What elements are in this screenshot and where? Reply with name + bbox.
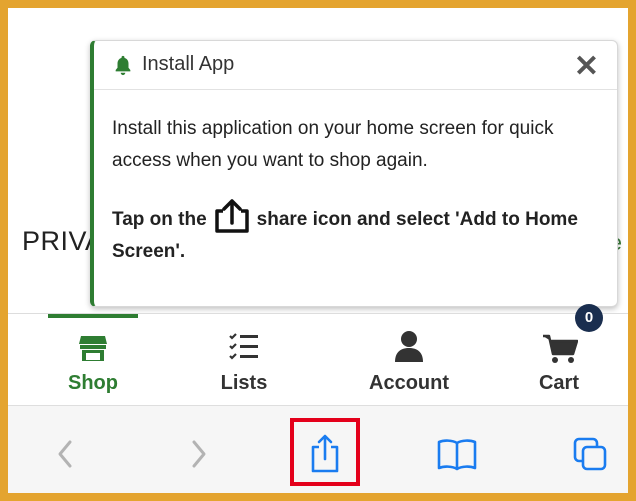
tab-cart[interactable]: 0 Cart xyxy=(524,304,603,406)
tabs-icon[interactable] xyxy=(566,426,616,482)
tab-account[interactable]: Account xyxy=(354,314,464,406)
active-tab-indicator xyxy=(48,314,138,318)
cart-count-badge: 0 xyxy=(575,304,603,332)
tab-label: Shop xyxy=(68,372,118,394)
tab-label: Account xyxy=(369,372,449,394)
forward-icon[interactable] xyxy=(174,426,224,482)
back-icon[interactable] xyxy=(40,426,90,482)
dialog-title: Install App xyxy=(142,53,235,75)
safari-toolbar xyxy=(8,405,628,493)
install-app-dialog: Install App ✕ Install this application o… xyxy=(90,40,618,307)
screenshot-frame: PRIVA re Install App ✕ Install this appl… xyxy=(0,0,636,501)
tab-shop[interactable]: Shop xyxy=(48,314,138,406)
instruction-prefix: Tap on the xyxy=(112,209,207,230)
dialog-header: Install App ✕ xyxy=(94,41,617,90)
dialog-instruction: Tap on the share icon and select 'Add to… xyxy=(112,199,604,268)
bottom-tab-bar: Shop Lists Account 0 Cart xyxy=(8,304,628,406)
store-icon xyxy=(79,336,107,361)
bookmarks-icon[interactable] xyxy=(432,426,482,482)
cart-icon xyxy=(543,334,578,363)
person-icon xyxy=(395,331,423,362)
share-icon[interactable] xyxy=(300,426,350,482)
tab-lists[interactable]: Lists xyxy=(204,314,284,406)
page: PRIVA re Install App ✕ Install this appl… xyxy=(8,8,628,493)
tab-label: Lists xyxy=(220,372,268,394)
dialog-body-text: Install this application on your home sc… xyxy=(112,118,554,171)
close-button[interactable]: ✕ xyxy=(574,49,599,84)
share-icon xyxy=(214,199,249,233)
list-icon xyxy=(229,333,258,360)
tab-label: Cart xyxy=(538,372,579,394)
bell-icon xyxy=(115,55,131,76)
